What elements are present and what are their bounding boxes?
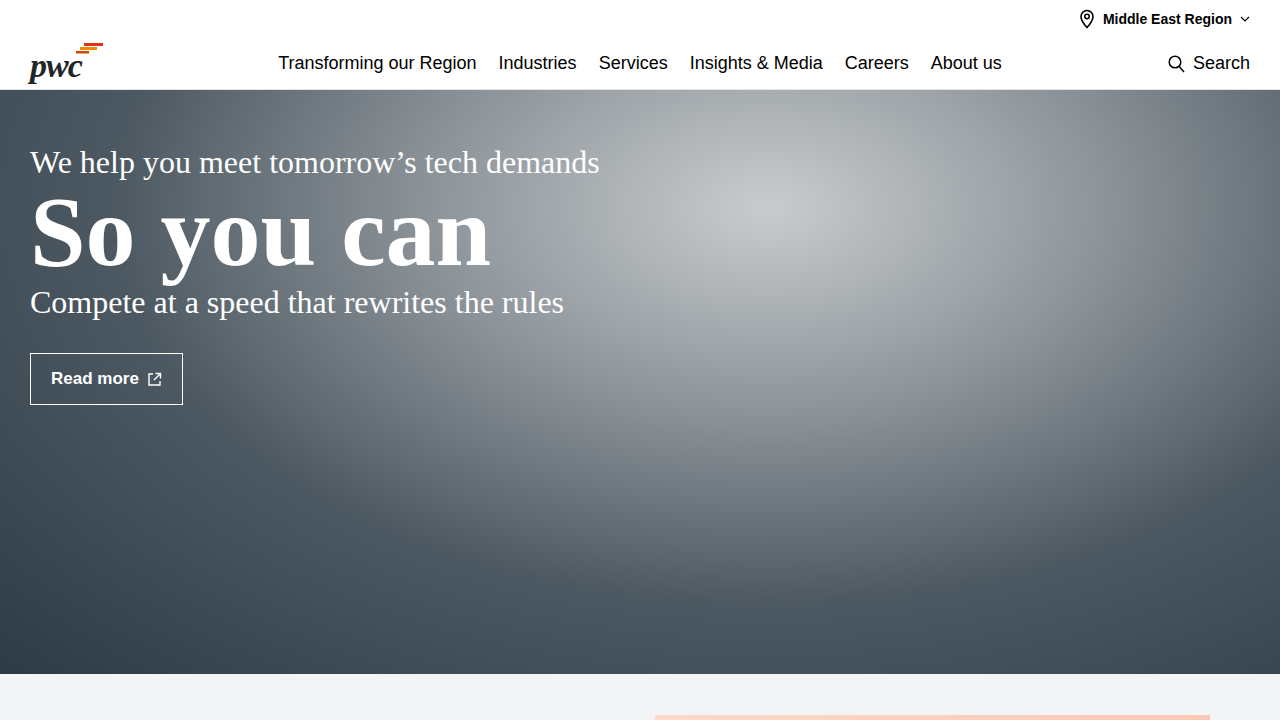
main-header-row: pwc Transforming our Region Industries Serv… xyxy=(0,38,1280,90)
search-cell: Search xyxy=(1002,50,1250,77)
external-link-icon xyxy=(147,372,162,387)
logo-cell: pwc xyxy=(30,43,278,84)
region-selector[interactable]: Middle East Region xyxy=(1079,9,1250,30)
main-nav: Transforming our Region Industries Service… xyxy=(278,50,1002,77)
hero-banner: We help you meet tomorrow’s tech demands… xyxy=(0,90,1280,674)
chevron-down-icon xyxy=(1240,16,1250,22)
nav-link[interactable]: Careers xyxy=(845,50,909,77)
read-more-button[interactable]: Read more xyxy=(30,353,183,405)
region-label: Middle East Region xyxy=(1103,9,1232,30)
logo-text: pwc xyxy=(30,47,82,84)
site-header: Middle East Region pwc Transforming our Re… xyxy=(0,0,1280,90)
location-pin-icon xyxy=(1079,9,1095,29)
pwc-logo[interactable]: pwc xyxy=(30,43,110,83)
hero-kicker: We help you meet tomorrow’s tech demands xyxy=(30,142,600,182)
logo-bars-icon xyxy=(76,42,104,54)
top-bar: Middle East Region xyxy=(0,0,1280,38)
nav-link[interactable]: Transforming our Region xyxy=(278,50,476,77)
read-more-label: Read more xyxy=(51,366,139,392)
nav-link[interactable]: Industries xyxy=(499,50,577,77)
search-button[interactable]: Search xyxy=(1168,50,1250,77)
search-label: Search xyxy=(1193,50,1250,77)
content-section xyxy=(0,674,1280,720)
feature-card xyxy=(655,715,1210,720)
nav-link[interactable]: About us xyxy=(931,50,1002,77)
search-icon xyxy=(1168,55,1185,73)
nav-link[interactable]: Services xyxy=(599,50,668,77)
nav-link[interactable]: Insights & Media xyxy=(690,50,823,77)
hero-headline: So you can xyxy=(30,182,491,282)
hero-subhead: Compete at a speed that rewrites the rul… xyxy=(30,282,564,322)
